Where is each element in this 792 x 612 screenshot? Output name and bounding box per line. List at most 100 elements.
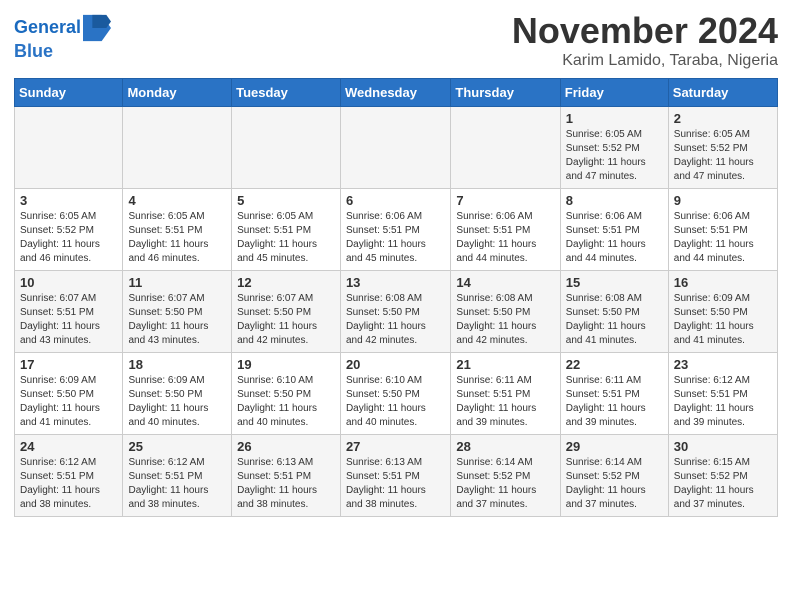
day-number: 3 [20,193,117,208]
day-number: 6 [346,193,445,208]
logo: General Blue [14,14,111,62]
day-number: 14 [456,275,554,290]
day-of-week-header: Wednesday [340,79,450,107]
calendar-day-cell: 12 Sunrise: 6:07 AM Sunset: 5:50 PM Dayli… [232,271,341,353]
calendar-day-cell: 18 Sunrise: 6:09 AM Sunset: 5:50 PM Dayli… [123,353,232,435]
calendar-day-cell: 16Sunrise: 6:09 AM Sunset: 5:50 PM Dayli… [668,271,777,353]
day-of-week-header: Tuesday [232,79,341,107]
day-info: Sunrise: 6:05 AM Sunset: 5:52 PM Dayligh… [20,210,117,266]
main-title: November 2024 [512,10,778,52]
day-info: Sunrise: 6:07 AM Sunset: 5:51 PM Dayligh… [20,292,117,348]
calendar-body: 1 Sunrise: 6:05 AM Sunset: 5:52 PM Daylig… [15,107,778,517]
calendar-day-cell: 9Sunrise: 6:06 AM Sunset: 5:51 PM Daylig… [668,189,777,271]
calendar-day-cell: 23 Sunrise: 6:12 AM Sunset: 5:51 PM Dayli… [668,353,777,435]
logo-icon [83,14,111,42]
day-number: 18 [128,357,226,372]
calendar-day-cell: 21 Sunrise: 6:11 AM Sunset: 5:51 PM Dayli… [451,353,560,435]
day-info: Sunrise: 6:09 AM Sunset: 5:50 PM Dayligh… [674,292,772,348]
day-info: Sunrise: 6:10 AM Sunset: 5:50 PM Dayligh… [237,374,335,430]
day-number: 27 [346,439,445,454]
day-of-week-header: Friday [560,79,668,107]
day-number: 15 [566,275,663,290]
day-number: 20 [346,357,445,372]
title-block: November 2024 Karim Lamido, Taraba, Nige… [512,10,778,70]
day-number: 4 [128,193,226,208]
day-number: 5 [237,193,335,208]
calendar-day-cell: 1 Sunrise: 6:05 AM Sunset: 5:52 PM Daylig… [560,107,668,189]
logo-line1: General [14,17,81,37]
calendar-week-row: 10 Sunrise: 6:07 AM Sunset: 5:51 PM Dayli… [15,271,778,353]
calendar-day-cell: 24Sunrise: 6:12 AM Sunset: 5:51 PM Dayli… [15,435,123,517]
calendar-day-cell: 2Sunrise: 6:05 AM Sunset: 5:52 PM Daylig… [668,107,777,189]
day-info: Sunrise: 6:13 AM Sunset: 5:51 PM Dayligh… [237,456,335,512]
calendar-day-cell: 5 Sunrise: 6:05 AM Sunset: 5:51 PM Daylig… [232,189,341,271]
day-info: Sunrise: 6:11 AM Sunset: 5:51 PM Dayligh… [456,374,554,430]
day-number: 9 [674,193,772,208]
calendar-week-row: 3 Sunrise: 6:05 AM Sunset: 5:52 PM Daylig… [15,189,778,271]
day-of-week-header: Thursday [451,79,560,107]
day-number: 17 [20,357,117,372]
page-container: General Blue November 2024 Karim Lamido,… [0,0,792,531]
calendar-table: SundayMondayTuesdayWednesdayThursdayFrid… [14,78,778,517]
day-info: Sunrise: 6:12 AM Sunset: 5:51 PM Dayligh… [20,456,117,512]
day-info: Sunrise: 6:05 AM Sunset: 5:52 PM Dayligh… [674,128,772,184]
calendar-day-cell: 14 Sunrise: 6:08 AM Sunset: 5:50 PM Dayli… [451,271,560,353]
calendar-day-cell [123,107,232,189]
day-number: 23 [674,357,772,372]
day-info: Sunrise: 6:05 AM Sunset: 5:51 PM Dayligh… [237,210,335,266]
day-number: 29 [566,439,663,454]
day-of-week-header: Sunday [15,79,123,107]
day-number: 10 [20,275,117,290]
calendar-day-cell: 29 Sunrise: 6:14 AM Sunset: 5:52 PM Dayli… [560,435,668,517]
day-number: 28 [456,439,554,454]
calendar-day-cell: 22Sunrise: 6:11 AM Sunset: 5:51 PM Dayli… [560,353,668,435]
day-info: Sunrise: 6:07 AM Sunset: 5:50 PM Dayligh… [128,292,226,348]
calendar-week-row: 1 Sunrise: 6:05 AM Sunset: 5:52 PM Daylig… [15,107,778,189]
calendar-day-cell: 19Sunrise: 6:10 AM Sunset: 5:50 PM Dayli… [232,353,341,435]
day-info: Sunrise: 6:06 AM Sunset: 5:51 PM Dayligh… [566,210,663,266]
calendar-day-cell: 6Sunrise: 6:06 AM Sunset: 5:51 PM Daylig… [340,189,450,271]
day-info: Sunrise: 6:08 AM Sunset: 5:50 PM Dayligh… [456,292,554,348]
day-number: 1 [566,111,663,126]
day-number: 25 [128,439,226,454]
day-info: Sunrise: 6:14 AM Sunset: 5:52 PM Dayligh… [566,456,663,512]
day-number: 12 [237,275,335,290]
day-info: Sunrise: 6:14 AM Sunset: 5:52 PM Dayligh… [456,456,554,512]
calendar-day-cell [451,107,560,189]
day-info: Sunrise: 6:08 AM Sunset: 5:50 PM Dayligh… [566,292,663,348]
subtitle: Karim Lamido, Taraba, Nigeria [512,52,778,70]
calendar-day-cell: 30Sunrise: 6:15 AM Sunset: 5:52 PM Dayli… [668,435,777,517]
calendar-week-row: 17 Sunrise: 6:09 AM Sunset: 5:50 PM Dayli… [15,353,778,435]
day-number: 13 [346,275,445,290]
day-info: Sunrise: 6:05 AM Sunset: 5:51 PM Dayligh… [128,210,226,266]
day-number: 8 [566,193,663,208]
calendar-day-cell: 4 Sunrise: 6:05 AM Sunset: 5:51 PM Daylig… [123,189,232,271]
calendar-day-cell [340,107,450,189]
day-info: Sunrise: 6:06 AM Sunset: 5:51 PM Dayligh… [456,210,554,266]
day-info: Sunrise: 6:11 AM Sunset: 5:51 PM Dayligh… [566,374,663,430]
calendar-day-cell: 13 Sunrise: 6:08 AM Sunset: 5:50 PM Dayli… [340,271,450,353]
calendar-day-cell: 20 Sunrise: 6:10 AM Sunset: 5:50 PM Dayli… [340,353,450,435]
day-info: Sunrise: 6:05 AM Sunset: 5:52 PM Dayligh… [566,128,663,184]
day-of-week-header: Saturday [668,79,777,107]
day-number: 26 [237,439,335,454]
day-info: Sunrise: 6:09 AM Sunset: 5:50 PM Dayligh… [128,374,226,430]
day-number: 21 [456,357,554,372]
calendar-day-cell [232,107,341,189]
day-info: Sunrise: 6:12 AM Sunset: 5:51 PM Dayligh… [128,456,226,512]
page-header: General Blue November 2024 Karim Lamido,… [14,10,778,70]
calendar-day-cell: 28 Sunrise: 6:14 AM Sunset: 5:52 PM Dayli… [451,435,560,517]
day-info: Sunrise: 6:07 AM Sunset: 5:50 PM Dayligh… [237,292,335,348]
calendar-day-cell: 7Sunrise: 6:06 AM Sunset: 5:51 PM Daylig… [451,189,560,271]
calendar-day-cell: 11 Sunrise: 6:07 AM Sunset: 5:50 PM Dayli… [123,271,232,353]
day-info: Sunrise: 6:09 AM Sunset: 5:50 PM Dayligh… [20,374,117,430]
day-info: Sunrise: 6:08 AM Sunset: 5:50 PM Dayligh… [346,292,445,348]
day-of-week-header: Monday [123,79,232,107]
day-header-row: SundayMondayTuesdayWednesdayThursdayFrid… [15,79,778,107]
day-info: Sunrise: 6:10 AM Sunset: 5:50 PM Dayligh… [346,374,445,430]
calendar-header: SundayMondayTuesdayWednesdayThursdayFrid… [15,79,778,107]
calendar-day-cell: 27Sunrise: 6:13 AM Sunset: 5:51 PM Dayli… [340,435,450,517]
day-info: Sunrise: 6:12 AM Sunset: 5:51 PM Dayligh… [674,374,772,430]
day-number: 11 [128,275,226,290]
calendar-day-cell [15,107,123,189]
